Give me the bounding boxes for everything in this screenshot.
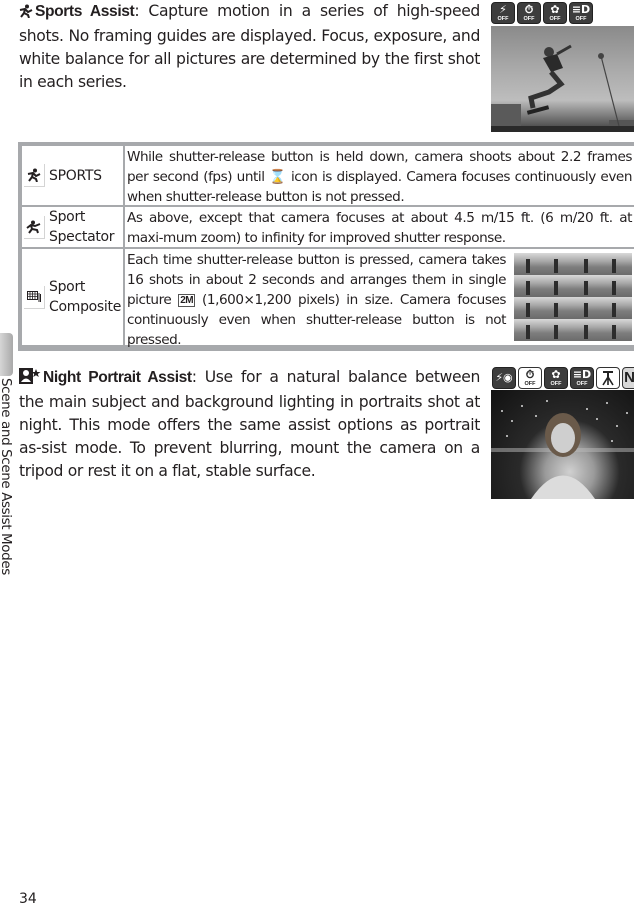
chapter-label: Scene and Scene Assist Modes bbox=[0, 378, 14, 575]
af-assist-off-icon: ≡D OFF bbox=[569, 2, 593, 24]
sport-composite-example-photo bbox=[514, 253, 632, 341]
page-number: 34 bbox=[19, 891, 37, 907]
sports-example-photo bbox=[491, 26, 634, 132]
mode-name-cell: Sport Spectator bbox=[22, 207, 125, 247]
sport-spectator-icon bbox=[24, 215, 45, 239]
macro-off-icon: ✿ OFF bbox=[543, 2, 567, 24]
sports-assist-paragraph: Sports Assist: Capture motion in a serie… bbox=[19, 0, 480, 94]
sports-assist-text-4: series. bbox=[77, 73, 127, 91]
chapter-tab bbox=[0, 333, 13, 376]
night-portrait-assist-title: Night Portrait Assist bbox=[43, 369, 192, 386]
mode-description: While shutter-release button is held dow… bbox=[127, 149, 633, 205]
sports-modes-table: SPORTS While shutter-release button is h… bbox=[18, 142, 634, 351]
af-assist-off-icon: ≡D OFF bbox=[570, 367, 594, 389]
macro-off-icon: ✿ OFF bbox=[544, 367, 568, 389]
table-row: SPORTS While shutter-release button is h… bbox=[22, 146, 634, 205]
mode-name: Sport Composite bbox=[49, 279, 122, 315]
mode-description: Each time shutter-release button is pres… bbox=[125, 249, 634, 348]
sports-icon bbox=[19, 2, 33, 25]
mode-name: Sport Spectator bbox=[49, 209, 115, 245]
night-portrait-setting-icons: ⚡◉ ⏱OFF ✿OFF ≡DOFF NR bbox=[492, 367, 634, 389]
night-portrait-assist-paragraph: Night Portrait Assist: Use for a natural… bbox=[19, 366, 480, 483]
sports-icon bbox=[24, 164, 45, 187]
image-size-2m-icon: 2M bbox=[178, 294, 196, 307]
sports-assist-title: Sports Assist bbox=[35, 3, 135, 20]
tripod-icon bbox=[596, 367, 620, 389]
mode-name: SPORTS bbox=[49, 167, 102, 184]
noise-reduction-icon: NR bbox=[622, 367, 634, 389]
sports-assist-setting-icons: ⚡ OFF ⏱ OFF ✿ OFF ≡D OFF bbox=[491, 2, 593, 24]
red-eye-flash-icon: ⚡◉ bbox=[492, 367, 516, 389]
flash-off-icon: ⚡ OFF bbox=[491, 2, 515, 24]
table-row: Sport Composite Each time shutter-releas… bbox=[22, 249, 634, 348]
self-timer-off-icon: ⏱ OFF bbox=[517, 2, 541, 24]
night-portrait-icon bbox=[19, 368, 41, 391]
sport-composite-icon bbox=[24, 285, 45, 309]
hourglass-icon: ⌛ bbox=[269, 169, 287, 185]
mode-description: As above, except that camera focuses at … bbox=[127, 210, 632, 246]
night-portrait-example-photo bbox=[491, 390, 634, 499]
self-timer-off-icon: ⏱ OFF bbox=[518, 367, 542, 389]
mode-name-cell: Sport Composite bbox=[22, 249, 125, 345]
mode-name-cell: SPORTS bbox=[22, 146, 125, 205]
table-row: Sport Spectator As above, except that ca… bbox=[22, 207, 634, 247]
